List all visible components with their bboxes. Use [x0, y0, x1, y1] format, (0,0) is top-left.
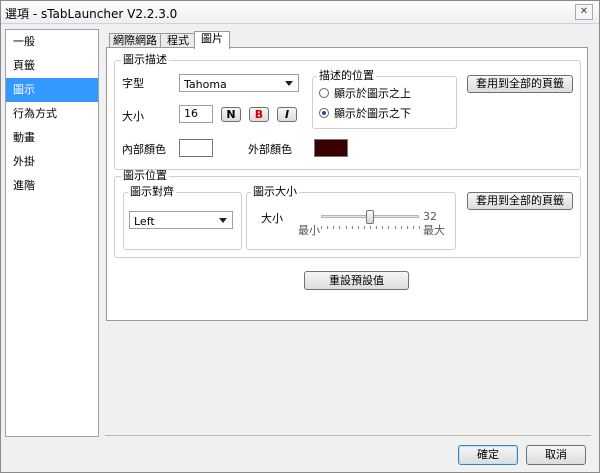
slider-max-value: 32	[423, 210, 437, 223]
icon-alignment-legend: 圖示對齊	[128, 185, 176, 198]
slider-tick	[327, 226, 329, 229]
slider-tick	[363, 226, 365, 229]
slider-tick	[412, 226, 414, 229]
slider-tick	[376, 226, 378, 229]
icon-size-label: 大小	[261, 212, 283, 225]
slider-min-text: 最小	[298, 224, 320, 237]
slider-tick	[419, 226, 420, 229]
cancel-button[interactable]: 取消	[526, 445, 586, 465]
style-bold-button[interactable]: B	[249, 107, 269, 122]
slider-tick	[351, 226, 353, 229]
slider-tick	[400, 226, 402, 229]
size-label: 大小	[122, 110, 144, 123]
footer-divider	[105, 435, 591, 436]
slider-max-text: 最大	[423, 224, 445, 237]
icon-alignment-dropdown[interactable]: Left	[129, 211, 233, 229]
position-below-radio[interactable]	[319, 108, 329, 118]
slider-tick	[321, 226, 322, 229]
description-position-group: 描述的位置 顯示於圖示之上 顯示於圖示之下	[312, 70, 457, 129]
icon-position-group: 圖示位置 圖示對齊 Left 圖示大小 大小 32 最小 最大 套用到全部的頁籤	[114, 170, 581, 258]
sidebar-item-animation[interactable]: 動畫	[6, 126, 98, 150]
apply-all-tabs-button-2[interactable]: 套用到全部的頁籤	[467, 192, 573, 210]
font-dropdown-value: Tahoma	[184, 78, 227, 91]
tab-internet[interactable]: 網際網路	[109, 33, 161, 48]
icon-position-legend: 圖示位置	[121, 169, 169, 182]
style-italic-button[interactable]: I	[277, 107, 297, 122]
icon-size-slider-thumb[interactable]	[366, 210, 374, 224]
reset-defaults-button[interactable]: 重設預設值	[304, 271, 409, 290]
slider-tick	[382, 226, 384, 229]
slider-tick	[357, 226, 359, 229]
slider-tick	[370, 226, 371, 229]
sidebar-item-icons[interactable]: 圖示	[6, 78, 98, 102]
title-bar[interactable]: 選項 - sTabLauncher V2.2.3.0 ✕	[1, 1, 599, 24]
position-above-radio[interactable]	[319, 88, 329, 98]
sidebar-item-behavior[interactable]: 行為方式	[6, 102, 98, 126]
tab-images[interactable]: 圖片	[194, 31, 230, 49]
style-normal-button[interactable]: N	[221, 107, 241, 122]
close-button[interactable]: ✕	[575, 4, 593, 20]
icon-alignment-group: 圖示對齊 Left	[123, 186, 242, 250]
slider-tick	[339, 226, 341, 229]
icon-size-legend: 圖示大小	[251, 185, 299, 198]
icon-description-group: 圖示描述 字型 Tahoma 大小 16 N B I 描述的位置 顯示於圖示之上…	[114, 54, 581, 170]
options-window: 選項 - sTabLauncher V2.2.3.0 ✕ 一般 頁籤 圖示 行為…	[0, 0, 600, 473]
position-above-label[interactable]: 顯示於圖示之上	[334, 87, 411, 100]
inner-color-label: 內部顏色	[122, 143, 166, 156]
window-title: 選項 - sTabLauncher V2.2.3.0	[5, 7, 178, 21]
font-label: 字型	[122, 77, 144, 90]
sidebar-item-general[interactable]: 一般	[6, 30, 98, 54]
chevron-down-icon	[219, 218, 227, 223]
inner-color-swatch[interactable]	[179, 139, 213, 157]
outer-color-swatch[interactable]	[314, 139, 348, 157]
position-below-label[interactable]: 顯示於圖示之下	[334, 107, 411, 120]
apply-all-tabs-button[interactable]: 套用到全部的頁籤	[467, 75, 573, 93]
sidebar-item-plugins[interactable]: 外掛	[6, 150, 98, 174]
outer-color-label: 外部顏色	[248, 143, 292, 156]
font-dropdown[interactable]: Tahoma	[179, 74, 299, 92]
slider-tick	[394, 226, 396, 229]
ok-button[interactable]: 確定	[458, 445, 518, 465]
slider-tick	[406, 226, 408, 229]
font-size-input[interactable]: 16	[179, 105, 213, 123]
slider-tick	[345, 226, 347, 229]
chevron-down-icon	[285, 81, 293, 86]
tab-programs[interactable]: 程式	[160, 33, 196, 48]
icon-description-legend: 圖示描述	[121, 53, 169, 66]
sidebar: 一般 頁籤 圖示 行為方式 動畫 外掛 進階	[5, 29, 99, 437]
icon-size-group: 圖示大小 大小 32 最小 最大	[246, 186, 456, 250]
tab-panel-images: 圖示描述 字型 Tahoma 大小 16 N B I 描述的位置 顯示於圖示之上…	[106, 47, 588, 321]
slider-tick	[388, 226, 390, 229]
slider-tick	[333, 226, 335, 229]
description-position-legend: 描述的位置	[317, 69, 376, 82]
icon-alignment-value: Left	[134, 215, 155, 228]
sidebar-item-tabs[interactable]: 頁籤	[6, 54, 98, 78]
sidebar-item-advanced[interactable]: 進階	[6, 174, 98, 198]
